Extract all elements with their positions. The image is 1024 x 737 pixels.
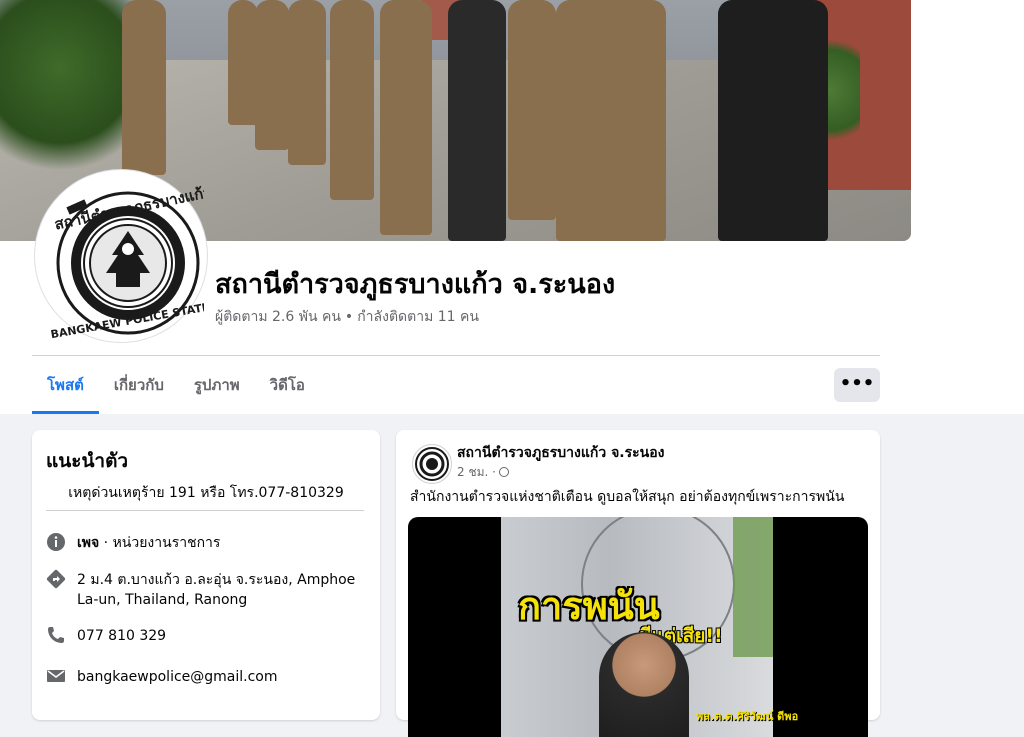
intro-card: แนะนำตัว เหตุด่วนเหตุร้าย 191 หรือ โทร.0… xyxy=(32,430,380,720)
followers-count[interactable]: ผู้ติดตาม 2.6 พัน คน xyxy=(215,309,341,325)
more-options-button[interactable]: ••• xyxy=(834,368,880,402)
video-frame: การพนัน มีแต่เสีย!! พล.ต.ต.ศิริวัฒน์ ดีพ… xyxy=(501,517,798,737)
post-author-avatar[interactable] xyxy=(412,444,452,484)
tab-posts[interactable]: โพสต์ xyxy=(32,356,99,414)
police-logo-icon: สถานีตำรวจภูธรบางแก้ว BANGKAEW POLICE ST… xyxy=(41,176,204,339)
page-follow-stats: ผู้ติดตาม 2.6 พัน คน • กำลังติดตาม 11 คน xyxy=(215,306,479,328)
stats-separator: • xyxy=(344,309,354,325)
video-background-tree xyxy=(733,517,773,657)
page-title: สถานีตำรวจภูธรบางแก้ว จ.ระนอง xyxy=(215,269,616,300)
cover-officer xyxy=(448,0,506,241)
video-speaker xyxy=(599,632,689,737)
tab-photos[interactable]: รูปภาพ xyxy=(179,356,255,414)
category-prefix: เพจ xyxy=(77,535,100,551)
phone-number[interactable]: 077 810 329 xyxy=(77,626,367,646)
directions-icon xyxy=(46,569,66,589)
email-link[interactable]: bangkaewpolice@gmail.com xyxy=(77,667,367,687)
post-card: สถานีตำรวจภูธรบางแก้ว จ.ระนอง 2 ชม. · สำ… xyxy=(396,430,880,737)
cover-officer xyxy=(380,0,432,235)
tab-about[interactable]: เกี่ยวกับ xyxy=(99,356,179,414)
intro-title: แนะนำตัว xyxy=(46,450,129,472)
tab-videos[interactable]: วิดีโอ xyxy=(255,356,320,414)
cover-officer xyxy=(288,0,326,165)
page-header: สถานีตำรวจภูธรบางแก้ว BANGKAEW POLICE ST… xyxy=(0,0,1024,414)
page-profile-picture[interactable]: สถานีตำรวจภูธรบางแก้ว BANGKAEW POLICE ST… xyxy=(35,170,207,342)
globe-icon xyxy=(498,467,509,477)
cover-officer xyxy=(122,0,166,175)
cover-officer xyxy=(330,0,374,200)
cover-officer xyxy=(556,0,666,241)
cover-officer xyxy=(255,0,289,150)
cover-officer xyxy=(228,0,258,125)
post-text: สำนักงานตำรวจแห่งชาติเตือน ดูบอลให้สนุก … xyxy=(410,489,845,505)
post-meta: 2 ชม. · xyxy=(457,463,509,482)
intro-bio: เหตุด่วนเหตุร้าย 191 หรือ โทร.077-810329 xyxy=(68,485,344,501)
intro-divider xyxy=(46,510,364,511)
following-count[interactable]: กำลังติดตาม 11 คน xyxy=(357,309,479,325)
cover-officer xyxy=(718,0,828,241)
info-icon xyxy=(47,533,65,551)
post-video[interactable]: การพนัน มีแต่เสีย!! พล.ต.ต.ศิริวัฒน์ ดีพ… xyxy=(408,517,868,737)
video-caption: พล.ต.ต.ศิริวัฒน์ ดีพอ xyxy=(696,710,799,723)
cover-officer xyxy=(508,0,556,220)
post-time[interactable]: 2 ชม. · xyxy=(457,465,496,479)
post-author-name[interactable]: สถานีตำรวจภูธรบางแก้ว จ.ระนอง xyxy=(457,442,664,464)
page-tabs: โพสต์ เกี่ยวกับ รูปภาพ วิดีโอ xyxy=(32,356,320,414)
address-text[interactable]: 2 ม.4 ต.บางแก้ว อ.ละอุ่น จ.ระนอง, Amphoe… xyxy=(77,570,367,610)
category-label: · หน่วยงานราชการ xyxy=(99,535,221,551)
police-logo-icon xyxy=(415,447,449,481)
mail-icon xyxy=(47,670,65,682)
phone-icon xyxy=(48,627,64,643)
